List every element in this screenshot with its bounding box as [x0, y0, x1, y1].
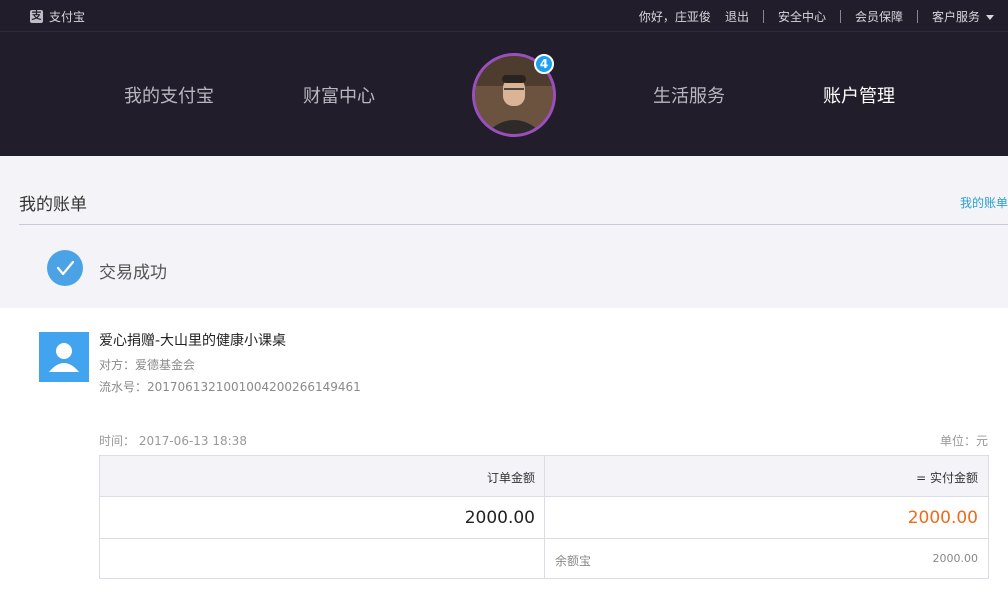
nav-life-services[interactable]: 生活服务	[653, 82, 725, 108]
page-title: 我的账单	[19, 195, 87, 215]
customer-service-menu[interactable]: 客户服务	[918, 8, 1008, 25]
top-nav: 你好，庄亚俊 退出 安全中心 会员保障 客户服务	[639, 0, 1008, 32]
transaction-time: 时间： 2017-06-13 18:38	[99, 434, 247, 448]
top-bar: 支 支付宝 你好，庄亚俊 退出 安全中心 会员保障 客户服务	[0, 0, 1008, 32]
paid-amount-value: 2000.00	[907, 508, 978, 528]
order-amount-value: 2000.00	[464, 508, 535, 528]
serial-number: 流水号：20170613210010042002661494‌61	[99, 380, 361, 394]
main-nav: 我的支付宝 财富中心 生活服务 账户管理 4	[0, 32, 1008, 156]
paid-amount-header: = 实付金额	[916, 471, 978, 485]
alipay-logo-icon: 支	[30, 10, 43, 23]
transaction-title: 爱心捐赠-大山里的健康小课桌	[99, 333, 287, 349]
nav-account-management[interactable]: 账户管理	[823, 82, 895, 108]
alipay-logo[interactable]: 支 支付宝	[30, 8, 85, 25]
counterparty: 对方：爱德基金会	[99, 358, 196, 372]
notification-badge[interactable]: 4	[534, 54, 554, 74]
greeting-text: 你好，庄亚俊	[638, 9, 711, 24]
transaction-status: 交易成功	[99, 263, 167, 283]
title-divider	[19, 224, 1008, 225]
my-bill-link[interactable]: 我的账单	[960, 194, 1008, 211]
row-divider	[100, 538, 988, 539]
security-center-link[interactable]: 安全中心	[764, 8, 840, 25]
check-circle-icon	[47, 250, 83, 286]
chevron-down-icon	[986, 14, 994, 20]
user-icon	[39, 332, 89, 382]
logo-text: 支付宝	[49, 10, 86, 24]
nav-wealth-center[interactable]: 财富中心	[303, 82, 375, 108]
member-protection-link[interactable]: 会员保障	[841, 8, 917, 25]
payment-method-amount: 2000.00	[932, 552, 979, 565]
currency-unit: 单位：元	[939, 434, 988, 448]
customer-service-label: 客户服务	[931, 9, 980, 24]
order-amount-header: 订单金额	[486, 471, 535, 485]
amount-table: 订单金额 = 实付金额 2000.00 2000.00 余额宝 2000.00	[99, 455, 989, 579]
status-band	[0, 156, 1008, 308]
logout-link[interactable]: 退出	[725, 8, 763, 25]
nav-my-alipay[interactable]: 我的支付宝	[124, 82, 214, 108]
